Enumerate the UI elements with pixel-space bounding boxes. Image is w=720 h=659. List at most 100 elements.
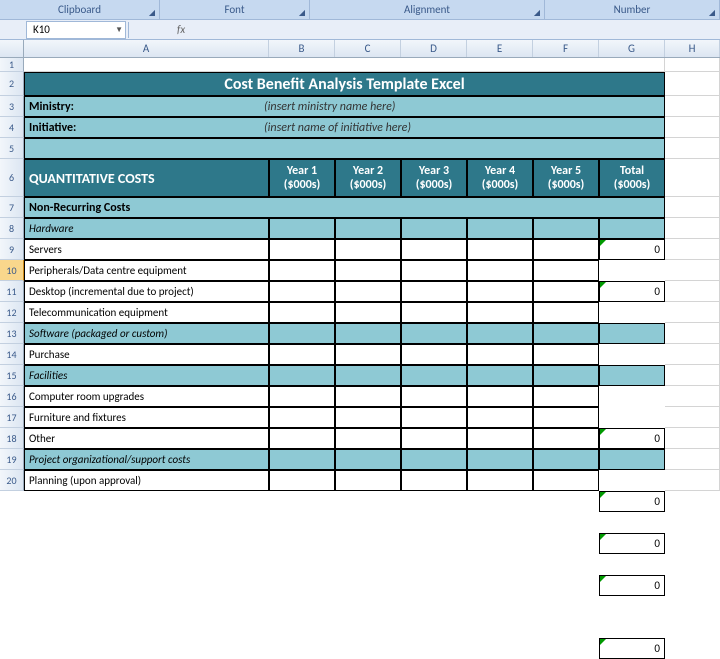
cell-grid[interactable]: Cost Benefit Analysis Template ExcelMini…	[24, 58, 720, 491]
item-year-cell[interactable]	[269, 470, 335, 491]
item-year-cell[interactable]	[335, 386, 401, 407]
category-cell[interactable]	[401, 449, 467, 470]
item-year-cell[interactable]	[335, 407, 401, 428]
cell-H5[interactable]	[665, 138, 720, 159]
item-year-cell[interactable]	[533, 428, 599, 449]
item-year-cell[interactable]	[467, 407, 533, 428]
item-year-cell[interactable]	[467, 260, 533, 281]
row-header-5[interactable]: 5	[0, 138, 24, 159]
item-year-cell[interactable]	[269, 302, 335, 323]
cell-H2[interactable]	[665, 72, 720, 96]
category-cell[interactable]	[335, 218, 401, 239]
row-header-2[interactable]: 2	[0, 72, 24, 96]
item-label-11[interactable]: Other	[24, 428, 269, 449]
item-year-cell[interactable]	[467, 281, 533, 302]
item-year-cell[interactable]	[533, 302, 599, 323]
row-header-18[interactable]: 18	[0, 428, 24, 449]
row-header-9[interactable]: 9	[0, 239, 24, 260]
category-cell[interactable]	[533, 449, 599, 470]
item-label-4[interactable]: Desktop (incremental due to project)	[24, 281, 269, 302]
column-header-B[interactable]: B	[269, 40, 335, 57]
item-total-3[interactable]: 0	[599, 281, 665, 302]
dialog-launcher-icon[interactable]: ◢	[707, 8, 717, 18]
cell-H6[interactable]	[665, 159, 720, 197]
row1-blank[interactable]	[24, 58, 665, 72]
row-header-13[interactable]: 13	[0, 323, 24, 344]
item-label-5[interactable]: Telecommunication equipment	[24, 302, 269, 323]
item-year-cell[interactable]	[269, 344, 335, 365]
cell-H19[interactable]	[665, 449, 720, 470]
item-label-3[interactable]: Peripherals/Data centre equipment	[24, 260, 269, 281]
item-year-cell[interactable]	[533, 260, 599, 281]
row-header-8[interactable]: 8	[0, 218, 24, 239]
item-total-7[interactable]: 0	[599, 428, 665, 449]
item-label-7[interactable]: Purchase	[24, 344, 269, 365]
item-year-cell[interactable]	[401, 260, 467, 281]
item-year-cell[interactable]	[269, 239, 335, 260]
initiative-value[interactable]: (insert name of initiative here)	[264, 121, 411, 135]
fx-icon[interactable]: fx	[177, 23, 185, 36]
dialog-launcher-icon[interactable]: ◢	[147, 8, 157, 18]
row-header-1[interactable]: 1	[0, 58, 24, 72]
cell-H18[interactable]	[665, 428, 720, 449]
item-year-cell[interactable]	[335, 260, 401, 281]
category-cell[interactable]	[269, 449, 335, 470]
category-cell[interactable]	[335, 365, 401, 386]
item-year-cell[interactable]	[533, 470, 599, 491]
column-header-E[interactable]: E	[467, 40, 533, 57]
row-header-3[interactable]: 3	[0, 96, 24, 117]
cell-H16[interactable]	[665, 386, 720, 407]
cell-H11[interactable]	[665, 281, 720, 302]
dialog-launcher-icon[interactable]: ◢	[297, 8, 307, 18]
category-cell[interactable]	[269, 218, 335, 239]
item-year-cell[interactable]	[269, 260, 335, 281]
column-header-C[interactable]: C	[335, 40, 401, 57]
cell-H3[interactable]	[665, 96, 720, 117]
item-year-cell[interactable]	[401, 239, 467, 260]
item-year-cell[interactable]	[533, 344, 599, 365]
column-header-G[interactable]: G	[599, 40, 665, 57]
row-header-15[interactable]: 15	[0, 365, 24, 386]
item-year-cell[interactable]	[533, 386, 599, 407]
category-cell[interactable]	[401, 323, 467, 344]
category-cell[interactable]	[599, 449, 665, 470]
category-cell[interactable]	[599, 323, 665, 344]
cell-H7[interactable]	[665, 197, 720, 218]
category-cell[interactable]	[269, 365, 335, 386]
row-header-17[interactable]: 17	[0, 407, 24, 428]
category-cell[interactable]	[533, 323, 599, 344]
item-year-cell[interactable]	[269, 386, 335, 407]
item-year-cell[interactable]	[335, 428, 401, 449]
category-cell[interactable]	[599, 218, 665, 239]
category-cell[interactable]	[335, 449, 401, 470]
cell-H14[interactable]	[665, 344, 720, 365]
item-total-9[interactable]: 0	[599, 491, 665, 512]
item-year-cell[interactable]	[467, 302, 533, 323]
item-total-10[interactable]: 0	[599, 533, 665, 554]
name-box[interactable]: K10 ▼	[26, 21, 126, 39]
category-cell[interactable]	[335, 323, 401, 344]
item-label-10[interactable]: Furniture and fixtures	[24, 407, 269, 428]
cell-H15[interactable]	[665, 365, 720, 386]
category-cell[interactable]	[533, 218, 599, 239]
column-header-F[interactable]: F	[533, 40, 599, 57]
cell-H10[interactable]	[665, 260, 720, 281]
category-cell[interactable]	[467, 365, 533, 386]
item-year-cell[interactable]	[401, 386, 467, 407]
item-year-cell[interactable]	[269, 407, 335, 428]
item-total-13[interactable]: 0	[599, 638, 665, 659]
item-year-cell[interactable]	[401, 428, 467, 449]
item-year-cell[interactable]	[467, 239, 533, 260]
cell-H13[interactable]	[665, 323, 720, 344]
row-header-10[interactable]: 10	[0, 260, 24, 281]
ministry-value[interactable]: (insert ministry name here)	[264, 100, 395, 114]
column-header-H[interactable]: H	[665, 40, 720, 57]
item-label-13[interactable]: Planning (upon approval)	[24, 470, 269, 491]
item-year-cell[interactable]	[401, 281, 467, 302]
item-label-2[interactable]: Servers	[24, 239, 269, 260]
item-year-cell[interactable]	[533, 281, 599, 302]
item-year-cell[interactable]	[533, 407, 599, 428]
item-year-cell[interactable]	[467, 344, 533, 365]
cell-H20[interactable]	[665, 470, 720, 491]
category-cell[interactable]	[467, 218, 533, 239]
